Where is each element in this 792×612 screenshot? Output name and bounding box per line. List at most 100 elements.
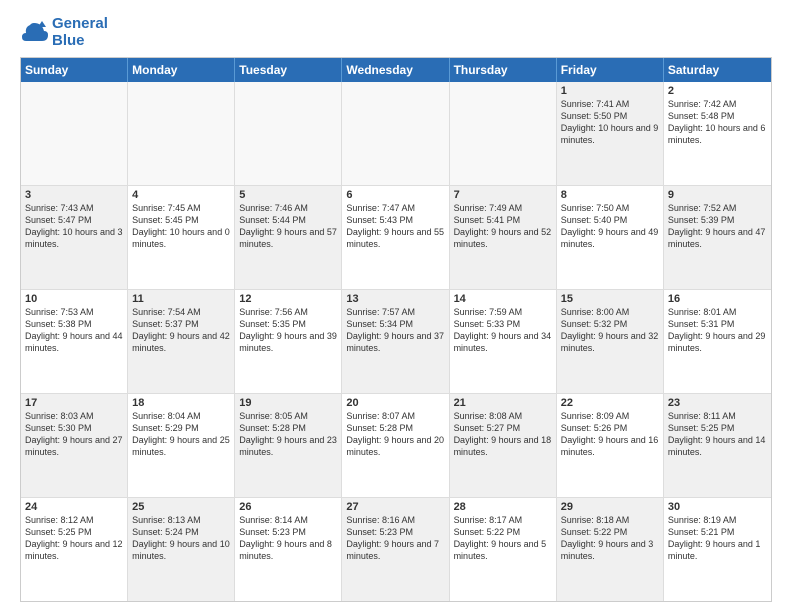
day-info: Sunrise: 8:07 AM Sunset: 5:28 PM Dayligh… xyxy=(346,410,444,459)
day-number: 8 xyxy=(561,189,659,201)
day-number: 14 xyxy=(454,293,552,305)
day-info: Sunrise: 7:43 AM Sunset: 5:47 PM Dayligh… xyxy=(25,202,123,251)
day-info: Sunrise: 7:54 AM Sunset: 5:37 PM Dayligh… xyxy=(132,306,230,355)
day-info: Sunrise: 8:19 AM Sunset: 5:21 PM Dayligh… xyxy=(668,514,767,563)
day-info: Sunrise: 8:05 AM Sunset: 5:28 PM Dayligh… xyxy=(239,410,337,459)
day-cell-22: 22Sunrise: 8:09 AM Sunset: 5:26 PM Dayli… xyxy=(557,394,664,497)
day-cell-28: 28Sunrise: 8:17 AM Sunset: 5:22 PM Dayli… xyxy=(450,498,557,601)
day-cell-26: 26Sunrise: 8:14 AM Sunset: 5:23 PM Dayli… xyxy=(235,498,342,601)
calendar-row-1: 1Sunrise: 7:41 AM Sunset: 5:50 PM Daylig… xyxy=(21,82,771,186)
empty-cell-r0c3 xyxy=(342,82,449,185)
day-cell-16: 16Sunrise: 8:01 AM Sunset: 5:31 PM Dayli… xyxy=(664,290,771,393)
day-cell-8: 8Sunrise: 7:50 AM Sunset: 5:40 PM Daylig… xyxy=(557,186,664,289)
day-cell-20: 20Sunrise: 8:07 AM Sunset: 5:28 PM Dayli… xyxy=(342,394,449,497)
day-number: 22 xyxy=(561,397,659,409)
day-cell-10: 10Sunrise: 7:53 AM Sunset: 5:38 PM Dayli… xyxy=(21,290,128,393)
day-info: Sunrise: 7:56 AM Sunset: 5:35 PM Dayligh… xyxy=(239,306,337,355)
day-cell-14: 14Sunrise: 7:59 AM Sunset: 5:33 PM Dayli… xyxy=(450,290,557,393)
day-cell-9: 9Sunrise: 7:52 AM Sunset: 5:39 PM Daylig… xyxy=(664,186,771,289)
day-cell-29: 29Sunrise: 8:18 AM Sunset: 5:22 PM Dayli… xyxy=(557,498,664,601)
header: General Blue xyxy=(20,16,772,49)
header-day-tuesday: Tuesday xyxy=(235,58,342,82)
day-info: Sunrise: 8:16 AM Sunset: 5:23 PM Dayligh… xyxy=(346,514,444,563)
day-number: 23 xyxy=(668,397,767,409)
day-number: 15 xyxy=(561,293,659,305)
header-day-saturday: Saturday xyxy=(664,58,771,82)
day-info: Sunrise: 7:59 AM Sunset: 5:33 PM Dayligh… xyxy=(454,306,552,355)
day-info: Sunrise: 7:45 AM Sunset: 5:45 PM Dayligh… xyxy=(132,202,230,251)
calendar-row-3: 10Sunrise: 7:53 AM Sunset: 5:38 PM Dayli… xyxy=(21,290,771,394)
day-number: 13 xyxy=(346,293,444,305)
calendar-row-2: 3Sunrise: 7:43 AM Sunset: 5:47 PM Daylig… xyxy=(21,186,771,290)
day-info: Sunrise: 8:17 AM Sunset: 5:22 PM Dayligh… xyxy=(454,514,552,563)
day-cell-3: 3Sunrise: 7:43 AM Sunset: 5:47 PM Daylig… xyxy=(21,186,128,289)
calendar-row-4: 17Sunrise: 8:03 AM Sunset: 5:30 PM Dayli… xyxy=(21,394,771,498)
day-cell-2: 2Sunrise: 7:42 AM Sunset: 5:48 PM Daylig… xyxy=(664,82,771,185)
day-info: Sunrise: 8:08 AM Sunset: 5:27 PM Dayligh… xyxy=(454,410,552,459)
day-info: Sunrise: 8:13 AM Sunset: 5:24 PM Dayligh… xyxy=(132,514,230,563)
empty-cell-r0c4 xyxy=(450,82,557,185)
day-cell-11: 11Sunrise: 7:54 AM Sunset: 5:37 PM Dayli… xyxy=(128,290,235,393)
empty-cell-r0c0 xyxy=(21,82,128,185)
day-number: 7 xyxy=(454,189,552,201)
day-info: Sunrise: 7:50 AM Sunset: 5:40 PM Dayligh… xyxy=(561,202,659,251)
day-number: 25 xyxy=(132,501,230,513)
day-info: Sunrise: 7:52 AM Sunset: 5:39 PM Dayligh… xyxy=(668,202,767,251)
day-number: 30 xyxy=(668,501,767,513)
day-number: 2 xyxy=(668,85,767,97)
logo: General Blue xyxy=(20,16,108,49)
day-number: 5 xyxy=(239,189,337,201)
empty-cell-r0c1 xyxy=(128,82,235,185)
day-info: Sunrise: 7:47 AM Sunset: 5:43 PM Dayligh… xyxy=(346,202,444,251)
day-info: Sunrise: 8:01 AM Sunset: 5:31 PM Dayligh… xyxy=(668,306,767,355)
day-cell-15: 15Sunrise: 8:00 AM Sunset: 5:32 PM Dayli… xyxy=(557,290,664,393)
day-number: 12 xyxy=(239,293,337,305)
day-number: 24 xyxy=(25,501,123,513)
day-cell-18: 18Sunrise: 8:04 AM Sunset: 5:29 PM Dayli… xyxy=(128,394,235,497)
day-cell-13: 13Sunrise: 7:57 AM Sunset: 5:34 PM Dayli… xyxy=(342,290,449,393)
day-cell-12: 12Sunrise: 7:56 AM Sunset: 5:35 PM Dayli… xyxy=(235,290,342,393)
day-info: Sunrise: 8:03 AM Sunset: 5:30 PM Dayligh… xyxy=(25,410,123,459)
day-number: 1 xyxy=(561,85,659,97)
day-cell-23: 23Sunrise: 8:11 AM Sunset: 5:25 PM Dayli… xyxy=(664,394,771,497)
day-info: Sunrise: 7:49 AM Sunset: 5:41 PM Dayligh… xyxy=(454,202,552,251)
day-cell-25: 25Sunrise: 8:13 AM Sunset: 5:24 PM Dayli… xyxy=(128,498,235,601)
header-day-thursday: Thursday xyxy=(450,58,557,82)
day-info: Sunrise: 7:53 AM Sunset: 5:38 PM Dayligh… xyxy=(25,306,123,355)
day-number: 20 xyxy=(346,397,444,409)
day-info: Sunrise: 8:04 AM Sunset: 5:29 PM Dayligh… xyxy=(132,410,230,459)
day-number: 3 xyxy=(25,189,123,201)
header-day-wednesday: Wednesday xyxy=(342,58,449,82)
day-number: 4 xyxy=(132,189,230,201)
day-cell-30: 30Sunrise: 8:19 AM Sunset: 5:21 PM Dayli… xyxy=(664,498,771,601)
calendar: SundayMondayTuesdayWednesdayThursdayFrid… xyxy=(20,57,772,602)
day-cell-27: 27Sunrise: 8:16 AM Sunset: 5:23 PM Dayli… xyxy=(342,498,449,601)
day-info: Sunrise: 8:12 AM Sunset: 5:25 PM Dayligh… xyxy=(25,514,123,563)
header-day-friday: Friday xyxy=(557,58,664,82)
day-cell-19: 19Sunrise: 8:05 AM Sunset: 5:28 PM Dayli… xyxy=(235,394,342,497)
day-number: 27 xyxy=(346,501,444,513)
day-number: 11 xyxy=(132,293,230,305)
day-cell-17: 17Sunrise: 8:03 AM Sunset: 5:30 PM Dayli… xyxy=(21,394,128,497)
day-cell-7: 7Sunrise: 7:49 AM Sunset: 5:41 PM Daylig… xyxy=(450,186,557,289)
day-number: 18 xyxy=(132,397,230,409)
day-info: Sunrise: 7:57 AM Sunset: 5:34 PM Dayligh… xyxy=(346,306,444,355)
day-number: 17 xyxy=(25,397,123,409)
day-info: Sunrise: 8:18 AM Sunset: 5:22 PM Dayligh… xyxy=(561,514,659,563)
day-info: Sunrise: 8:00 AM Sunset: 5:32 PM Dayligh… xyxy=(561,306,659,355)
day-cell-5: 5Sunrise: 7:46 AM Sunset: 5:44 PM Daylig… xyxy=(235,186,342,289)
day-info: Sunrise: 7:41 AM Sunset: 5:50 PM Dayligh… xyxy=(561,98,659,147)
day-info: Sunrise: 7:42 AM Sunset: 5:48 PM Dayligh… xyxy=(668,98,767,147)
logo-text: General Blue xyxy=(52,16,108,49)
day-number: 19 xyxy=(239,397,337,409)
day-number: 16 xyxy=(668,293,767,305)
day-info: Sunrise: 7:46 AM Sunset: 5:44 PM Dayligh… xyxy=(239,202,337,251)
day-cell-4: 4Sunrise: 7:45 AM Sunset: 5:45 PM Daylig… xyxy=(128,186,235,289)
day-number: 6 xyxy=(346,189,444,201)
day-cell-21: 21Sunrise: 8:08 AM Sunset: 5:27 PM Dayli… xyxy=(450,394,557,497)
calendar-header: SundayMondayTuesdayWednesdayThursdayFrid… xyxy=(21,58,771,82)
day-info: Sunrise: 8:11 AM Sunset: 5:25 PM Dayligh… xyxy=(668,410,767,459)
day-number: 10 xyxy=(25,293,123,305)
day-number: 29 xyxy=(561,501,659,513)
day-number: 9 xyxy=(668,189,767,201)
